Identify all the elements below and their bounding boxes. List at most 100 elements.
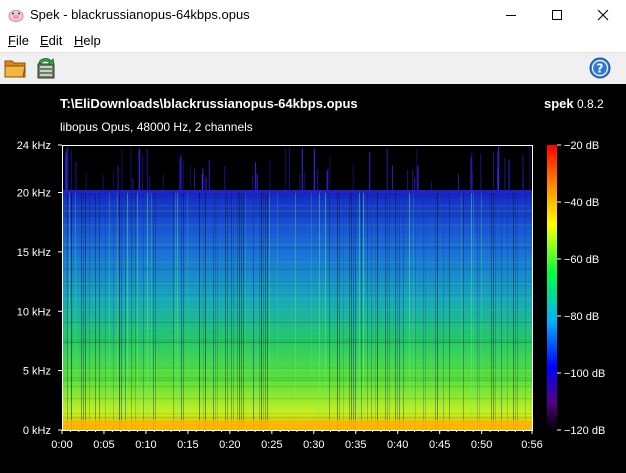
spectrum-band bbox=[62, 309, 532, 311]
spectrogram-chart: 0 kHz5 kHz10 kHz15 kHz20 kHz24 kHz 0:00 0… bbox=[17, 140, 606, 451]
x-tick-label: 0:40 bbox=[387, 439, 408, 451]
spectrum-spike bbox=[256, 173, 258, 191]
minimize-icon bbox=[505, 9, 517, 21]
spectrogram-area: 0 kHz 5 kHz 10 kHz 15 kHz 20 kHz 24 kHz 0:00 0… bbox=[0, 84, 626, 473]
spectrum-spike bbox=[508, 159, 510, 191]
spectrum-spike bbox=[180, 153, 182, 191]
spectrum-spike bbox=[414, 177, 416, 191]
spectrum-band bbox=[62, 193, 532, 195]
toolbar: ? bbox=[0, 52, 626, 84]
spectrum-spike bbox=[138, 149, 140, 191]
spectrum-spike bbox=[304, 172, 306, 191]
spectrum-band bbox=[62, 342, 532, 344]
spectrum-spike bbox=[132, 177, 134, 191]
preferences-button[interactable] bbox=[33, 56, 59, 82]
colorbar-tick-label: −80 dB bbox=[564, 311, 599, 323]
minimize-button[interactable] bbox=[488, 0, 534, 30]
spectrum-spike bbox=[102, 174, 104, 191]
maximize-icon bbox=[551, 9, 563, 21]
spectrum-spike bbox=[497, 151, 499, 191]
help-button[interactable]: ? bbox=[587, 56, 613, 82]
colorbar-tick-label: −100 dB bbox=[564, 368, 605, 380]
menu-help-label: elp bbox=[83, 33, 101, 48]
spectrum-spike bbox=[522, 154, 524, 191]
menu-help[interactable]: Help bbox=[74, 33, 101, 48]
spectrum-spike bbox=[416, 148, 418, 191]
x-tick-label: 0:00 bbox=[51, 439, 72, 451]
x-tick-label: 0:30 bbox=[303, 439, 324, 451]
spectrum-band bbox=[62, 215, 532, 217]
x-tick-label: 0:56 bbox=[521, 439, 542, 451]
x-tick-label: 0:50 bbox=[471, 439, 492, 451]
spectrum-spike bbox=[299, 173, 301, 191]
spectrum-spike bbox=[75, 162, 77, 191]
spectrum-spike bbox=[142, 154, 143, 191]
colorbar-tick-label: −40 dB bbox=[564, 197, 599, 209]
spectrum-spike bbox=[352, 164, 354, 191]
spectrum-band bbox=[62, 238, 532, 240]
spectrum-spike bbox=[202, 168, 204, 191]
spectrum-band bbox=[62, 339, 532, 341]
spectrum-band bbox=[62, 205, 532, 207]
x-tick-label: 0:20 bbox=[219, 439, 240, 451]
menu-help-mnemonic: H bbox=[74, 33, 84, 48]
colorbar-tick-label: −60 dB bbox=[564, 254, 599, 266]
spectrum-band bbox=[62, 247, 532, 249]
menu-file[interactable]: File bbox=[8, 33, 29, 48]
spectrum-band bbox=[62, 416, 532, 418]
cutoff-band bbox=[62, 190, 532, 194]
spectrum-spike bbox=[313, 148, 315, 191]
spectrum-band bbox=[62, 298, 532, 300]
spectrum-band bbox=[62, 413, 532, 415]
spectrum-band bbox=[62, 403, 532, 405]
spectrum-band bbox=[62, 269, 532, 271]
spectrum-band bbox=[62, 210, 532, 212]
spectrum-spike bbox=[457, 174, 459, 191]
spectrum-spike bbox=[493, 151, 494, 191]
spectrum-band bbox=[62, 379, 532, 381]
spectrum-band bbox=[62, 197, 532, 199]
spectrum-band bbox=[62, 285, 532, 287]
x-tick-label: 0:25 bbox=[261, 439, 282, 451]
spectrum-spike bbox=[498, 146, 500, 191]
spectrum-spike bbox=[178, 158, 180, 191]
open-file-button[interactable] bbox=[3, 56, 29, 82]
spectrum-spike bbox=[504, 157, 506, 191]
svg-text:?: ? bbox=[597, 61, 604, 75]
spectrum-spike bbox=[117, 165, 119, 191]
stream-info-label: libopus Opus, 48000 Hz, 2 channels bbox=[60, 120, 253, 134]
spectrum-spike bbox=[252, 174, 254, 191]
spectrum-spike bbox=[67, 145, 69, 191]
file-path-label: T:\EliDownloads\blackrussianopus-64kbps.… bbox=[60, 96, 358, 111]
spectrum-spike bbox=[224, 165, 226, 191]
spectrum-spike bbox=[112, 169, 114, 191]
x-axis: 0:00 0:05 0:10 0:15 0:20 0:25 0:30 0:35 0:40 0:45… bbox=[51, 430, 543, 451]
menu-edit[interactable]: Edit bbox=[40, 33, 62, 48]
menu-file-mnemonic: F bbox=[8, 33, 16, 48]
y-tick-label: 10 kHz bbox=[17, 306, 51, 318]
spectrum-spike bbox=[130, 146, 132, 191]
spectrum-spike bbox=[284, 148, 286, 191]
maximize-button[interactable] bbox=[534, 0, 580, 30]
menu-bar: File Edit Help bbox=[0, 30, 626, 52]
spectrum-band bbox=[62, 398, 532, 400]
spectrum-spike bbox=[255, 162, 257, 191]
spectrum-band bbox=[62, 224, 532, 226]
spectrum-spike bbox=[205, 176, 207, 191]
close-button[interactable] bbox=[580, 0, 626, 30]
spectrum-band bbox=[62, 369, 532, 371]
spectrum-band bbox=[62, 417, 532, 419]
spectrum-spike bbox=[329, 155, 331, 191]
spectrum-spike bbox=[412, 169, 414, 191]
x-tick-label: 0:10 bbox=[135, 439, 156, 451]
colorbar bbox=[547, 145, 557, 430]
colorbar-tick-label: −20 dB bbox=[564, 140, 599, 152]
spectrum-spike bbox=[85, 172, 87, 191]
spectrum-spike bbox=[149, 175, 151, 191]
spectrum-band bbox=[62, 261, 532, 263]
spectrum-spike bbox=[471, 152, 473, 191]
y-tick-label: 24 kHz bbox=[17, 140, 51, 152]
spectrum-spike bbox=[326, 170, 328, 191]
spectrum-spike bbox=[369, 152, 371, 191]
title-bar[interactable]: Spek - blackrussianopus-64kbps.opus bbox=[0, 0, 626, 30]
